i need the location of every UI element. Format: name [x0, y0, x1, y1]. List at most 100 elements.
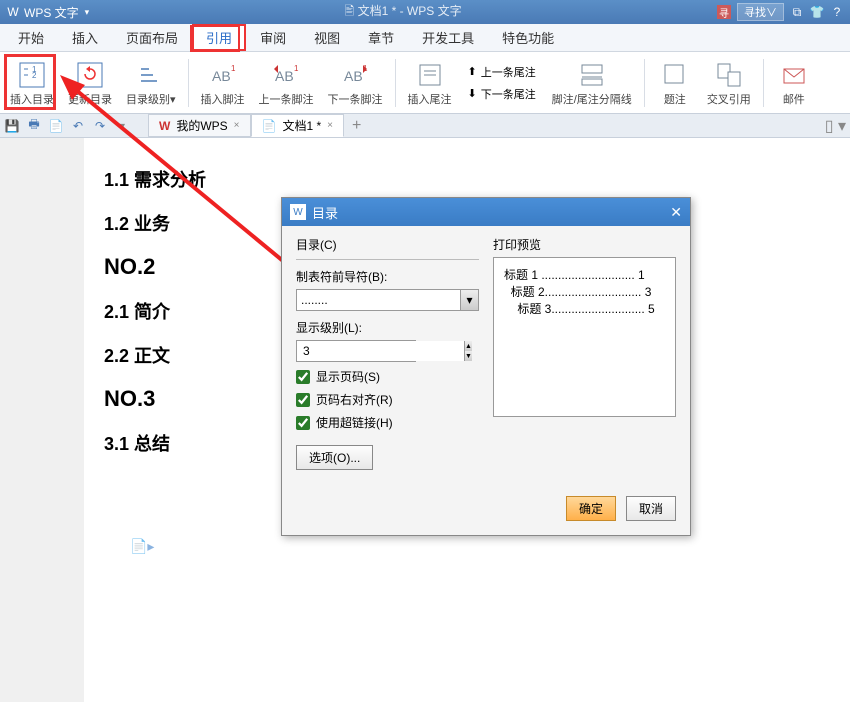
ribbon: 12 插入目录 更新目录 目录级别▾ AB1 插入脚注 AB1 上一条脚注 AB…: [0, 52, 850, 114]
tab-close-icon[interactable]: ×: [234, 120, 240, 131]
heading-1-1: 1.1 需求分析: [104, 166, 830, 192]
preview-line: 标题 1 ............................ 1: [504, 266, 665, 283]
titlebar: W WPS 文字 ▾ 🖹 文档1 * - WPS 文字 寻 寻找∨ ⧉ 👕 ?: [0, 0, 850, 24]
print-icon[interactable]: 🖶: [26, 118, 42, 134]
redo-icon[interactable]: ↷: [92, 118, 108, 134]
cross-ref-icon: [713, 59, 745, 91]
menu-start[interactable]: 开始: [4, 24, 58, 51]
toc-dialog: W 目录 ✕ 目录(C) 制表符前导符(B): ▾ 显示级别(L): ▲: [281, 197, 691, 536]
separator-icon: [576, 59, 608, 91]
next-footnote-button[interactable]: AB1 下一条脚注: [322, 57, 389, 109]
display-level-spinner[interactable]: ▲ ▼: [296, 340, 416, 362]
menu-page-layout[interactable]: 页面布局: [112, 24, 192, 51]
footnote-sep-label: 脚注/尾注分隔线: [552, 91, 632, 107]
menu-references[interactable]: 引用: [192, 24, 246, 51]
insert-endnote-button[interactable]: 插入尾注: [402, 57, 458, 109]
notify-icon[interactable]: ⧉: [790, 5, 804, 19]
insert-toc-label: 插入目录: [10, 91, 54, 107]
wps-tab-icon: W: [159, 119, 170, 133]
menu-dev-tools[interactable]: 开发工具: [408, 24, 488, 51]
dialog-close-icon[interactable]: ✕: [670, 204, 682, 221]
combo-dropdown-icon[interactable]: ▾: [460, 290, 478, 310]
tab-doc1[interactable]: 📄 文档1 * ×: [251, 114, 344, 137]
dialog-app-icon: W: [290, 204, 306, 220]
fieldset-toc-label: 目录(C): [296, 236, 479, 253]
quickbar-more-icon[interactable]: ▯ ▾: [825, 116, 846, 136]
update-icon: [74, 59, 106, 91]
preview-label: 打印预览: [493, 236, 676, 253]
footnote-icon: AB1: [207, 59, 239, 91]
footnote-separator-button[interactable]: 脚注/尾注分隔线: [546, 57, 638, 109]
tab-leader-combo[interactable]: ▾: [296, 289, 479, 311]
doc-tab-icon: 📄: [262, 119, 277, 133]
dialog-titlebar[interactable]: W 目录 ✕: [282, 198, 690, 226]
menu-section[interactable]: 章节: [354, 24, 408, 51]
insert-footnote-button[interactable]: AB1 插入脚注: [195, 57, 251, 109]
next-footnote-icon: AB1: [339, 59, 371, 91]
align-right-checkbox[interactable]: 页码右对齐(R): [296, 391, 479, 408]
caption-button[interactable]: 题注: [651, 57, 699, 109]
page-margin-icon: 📄▸: [130, 538, 154, 555]
prev-endnote-icon: ⬆: [468, 65, 477, 78]
app-name: WPS 文字: [24, 4, 79, 21]
spinner-down-icon[interactable]: ▼: [465, 351, 472, 361]
cancel-button[interactable]: 取消: [626, 496, 676, 521]
spinner-up-icon[interactable]: ▲: [465, 341, 472, 351]
dialog-title-text: 目录: [312, 203, 338, 222]
cross-ref-button[interactable]: 交叉引用: [701, 57, 757, 109]
preview-line: 标题 3............................ 5: [504, 300, 665, 317]
update-toc-button[interactable]: 更新目录: [62, 57, 118, 109]
menubar: 开始 插入 页面布局 引用 审阅 视图 章节 开发工具 特色功能: [0, 24, 850, 52]
tab-add-button[interactable]: +: [344, 115, 369, 137]
prev-footnote-label: 上一条脚注: [259, 91, 314, 107]
tab-leader-input[interactable]: [297, 290, 460, 310]
svg-text:AB: AB: [344, 68, 363, 84]
save-icon[interactable]: 💾: [4, 118, 20, 134]
tab-close-icon[interactable]: ×: [327, 120, 333, 131]
help-icon[interactable]: ?: [830, 5, 844, 19]
display-level-input[interactable]: [297, 341, 464, 361]
toc-level-label: 目录级别▾: [126, 91, 176, 107]
update-toc-label: 更新目录: [68, 91, 112, 107]
prev-footnote-button[interactable]: AB1 上一条脚注: [253, 57, 320, 109]
tab-doc1-label: 文档1 *: [282, 117, 321, 134]
level-icon: [135, 59, 167, 91]
use-hyperlink-checkbox[interactable]: 使用超链接(H): [296, 414, 479, 431]
toc-icon: 12: [16, 59, 48, 91]
mail-label: 邮件: [783, 91, 805, 107]
preview-line: 标题 2............................. 3: [504, 283, 665, 300]
mail-button[interactable]: 邮件: [770, 57, 818, 109]
endnote-icon: [414, 59, 446, 91]
svg-text:1: 1: [294, 64, 299, 73]
svg-text:2: 2: [32, 71, 37, 80]
more-icon[interactable]: ▾: [114, 118, 130, 134]
menu-features[interactable]: 特色功能: [488, 24, 568, 51]
show-page-num-checkbox[interactable]: 显示页码(S): [296, 368, 479, 385]
menu-review[interactable]: 审阅: [246, 24, 300, 51]
insert-toc-button[interactable]: 12 插入目录: [4, 57, 60, 109]
mail-icon: [778, 59, 810, 91]
quickbar: 💾 🖶 📄 ↶ ↷ ▾ W 我的WPS × 📄 文档1 * × + ▯ ▾: [0, 114, 850, 138]
toc-level-button[interactable]: 目录级别▾: [120, 57, 182, 109]
preview-icon[interactable]: 📄: [48, 118, 64, 134]
app-icon: W: [6, 5, 20, 19]
shirt-icon[interactable]: 👕: [810, 5, 824, 19]
next-footnote-label: 下一条脚注: [328, 91, 383, 107]
search-icon[interactable]: 寻: [717, 5, 731, 19]
undo-icon[interactable]: ↶: [70, 118, 86, 134]
ok-button[interactable]: 确定: [566, 496, 616, 521]
tab-mywps[interactable]: W 我的WPS ×: [148, 114, 251, 137]
tab-mywps-label: 我的WPS: [176, 117, 227, 134]
prev-endnote-button[interactable]: ⬆上一条尾注: [464, 62, 540, 82]
caption-label: 题注: [664, 91, 686, 107]
next-endnote-icon: ⬇: [468, 87, 477, 100]
next-endnote-button[interactable]: ⬇下一条尾注: [464, 84, 540, 104]
options-button[interactable]: 选项(O)...: [296, 445, 373, 470]
svg-text:1: 1: [231, 64, 236, 73]
insert-footnote-label: 插入脚注: [201, 91, 245, 107]
preview-box: 标题 1 ............................ 1 标题 2…: [493, 257, 676, 417]
search-box[interactable]: 寻找∨: [737, 3, 784, 21]
cross-ref-label: 交叉引用: [707, 91, 751, 107]
menu-view[interactable]: 视图: [300, 24, 354, 51]
menu-insert[interactable]: 插入: [58, 24, 112, 51]
